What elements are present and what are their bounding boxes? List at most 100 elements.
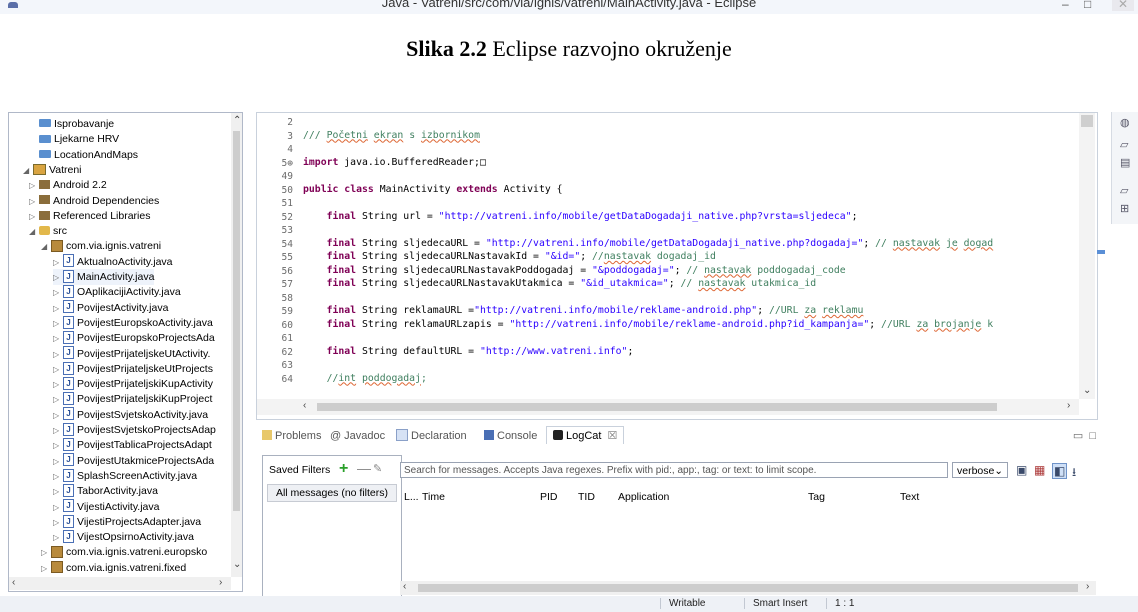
- tree-item[interactable]: ▷ J MainActivity.java: [53, 269, 155, 285]
- restore-icon[interactable]: ▱: [1120, 184, 1128, 197]
- column-header[interactable]: Tag: [808, 491, 825, 503]
- tree-item[interactable]: ◢ Vatreni: [23, 162, 82, 178]
- task-list-icon[interactable]: ▱: [1120, 138, 1128, 151]
- tree-item[interactable]: ◢ com.via.ignis.vatreni: [41, 238, 161, 254]
- scroll-up-icon[interactable]: ⌃: [233, 115, 241, 126]
- scroll-thumb[interactable]: [418, 584, 1078, 592]
- close-tab-icon[interactable]: ☒: [607, 430, 617, 442]
- scroll-lock-icon[interactable]: ⭳: [1072, 463, 1076, 484]
- add-filter-icon[interactable]: +: [339, 460, 348, 478]
- tree-item[interactable]: ▷ com.via.ignis.vatreni.europsko: [41, 544, 207, 560]
- tree-item[interactable]: ▷ J AktualnoActivity.java: [53, 254, 173, 270]
- collapsed-arrow-icon[interactable]: ▷: [41, 561, 51, 577]
- code-line[interactable]: public class MainActivity extends Activi…: [303, 184, 563, 195]
- editor-vertical-scrollbar[interactable]: ⌄: [1079, 113, 1095, 399]
- hierarchy-icon[interactable]: ⊞: [1120, 202, 1129, 215]
- code-line[interactable]: final String sljedecaURLNastavakUtakmica…: [303, 278, 817, 289]
- remove-filter-icon[interactable]: —: [357, 460, 371, 476]
- tab-logcat[interactable]: LogCat ☒: [546, 426, 625, 444]
- code-line[interactable]: final String sljedecaURLNastavakPoddogad…: [303, 265, 846, 276]
- tree-item[interactable]: ▷ J SplashScreenActivity.java: [53, 468, 197, 484]
- code-line[interactable]: /// Početni ekran s izbornikom: [303, 130, 480, 141]
- tree-item[interactable]: ▷ J PovijestTablicaProjectsAdapt: [53, 437, 212, 453]
- scroll-thumb[interactable]: [1081, 115, 1093, 127]
- tree-item[interactable]: ▷ J PovijestActivity.java: [53, 300, 168, 316]
- code-line[interactable]: final String sljedecaURLNastavakId = "&i…: [303, 251, 716, 262]
- tree-item[interactable]: ▷ J PovijestPrijateljskeUtActivity.: [53, 346, 210, 362]
- overview-ruler-marker[interactable]: [1097, 250, 1105, 254]
- code-line[interactable]: final String reklamaURLzapis = "http://v…: [303, 319, 994, 330]
- tree-item[interactable]: Isprobavanje: [29, 116, 114, 132]
- tab-declaration[interactable]: Declaration: [396, 429, 467, 442]
- tree-item[interactable]: ▷ com.via.ignis.vatreni.fixed: [41, 560, 186, 576]
- tree-item[interactable]: ▷ J PovijestPrijateljskiKupProject: [53, 391, 212, 407]
- expanded-arrow-icon[interactable]: ◢: [29, 224, 39, 240]
- tree-item[interactable]: ▷ Android 2.2: [29, 177, 107, 193]
- code-line[interactable]: import java.io.BufferedReader;□: [303, 157, 486, 168]
- pkg-icon: [51, 239, 63, 252]
- tree-item[interactable]: ▷ J OAplikacijiActivity.java: [53, 284, 181, 300]
- save-icon[interactable]: ▣: [1016, 463, 1027, 477]
- column-header[interactable]: TID: [578, 491, 595, 503]
- scroll-right-icon[interactable]: ›: [1067, 400, 1070, 411]
- toggle-filters-icon[interactable]: ◧: [1052, 463, 1068, 479]
- scroll-left-icon[interactable]: ‹: [303, 400, 306, 411]
- column-header[interactable]: PID: [540, 491, 558, 503]
- column-header[interactable]: Time: [422, 491, 445, 503]
- scroll-down-icon[interactable]: ⌄: [1083, 385, 1091, 396]
- tree-item[interactable]: ▷ J PovijestSvjetskoActivity.java: [53, 407, 208, 423]
- scroll-right-icon[interactable]: ›: [1086, 581, 1089, 592]
- maximize-view-icon[interactable]: □: [1089, 430, 1096, 442]
- scroll-thumb[interactable]: [233, 131, 240, 511]
- tree-item[interactable]: ▷ J VijestiProjectsAdapter.java: [53, 514, 201, 530]
- tree-item[interactable]: ▷ J VijestiActivity.java: [53, 499, 159, 515]
- code-line[interactable]: final String defaultURL = "http://www.va…: [303, 346, 634, 357]
- scroll-thumb[interactable]: [317, 403, 997, 411]
- tree-item[interactable]: ▷ J PovijestEuropskoProjectsAda: [53, 330, 215, 346]
- code-line[interactable]: final String sljedecaURL = "http://vatre…: [303, 237, 994, 249]
- logcat-horizontal-scrollbar[interactable]: ‹ ›: [400, 581, 1096, 595]
- minimize-view-icon[interactable]: ▭: [1073, 430, 1083, 442]
- scroll-left-icon[interactable]: ‹: [403, 581, 406, 592]
- scroll-right-icon[interactable]: ›: [219, 577, 222, 588]
- tree-item[interactable]: ▷ J PovijestPrijateljskiKupActivity: [53, 376, 213, 392]
- tree-item[interactable]: LocationAndMaps: [29, 147, 138, 163]
- tree-item[interactable]: ▷ J PovijestUtakmiceProjectsAda: [53, 453, 214, 469]
- tree-vertical-scrollbar[interactable]: ⌃ ⌄: [231, 113, 242, 577]
- clear-log-icon[interactable]: ▦: [1034, 463, 1045, 477]
- column-header[interactable]: L...: [404, 491, 419, 503]
- code-line[interactable]: final String reklamaURL ="http://vatreni…: [303, 305, 864, 316]
- minimize-button[interactable]: –: [1062, 0, 1069, 11]
- logcat-search-input[interactable]: Search for messages. Accepts Java regexe…: [400, 462, 948, 478]
- tree-item[interactable]: ▷ J PovijestPrijateljskeUtProjects: [53, 361, 213, 377]
- tree-item[interactable]: ▷ J PovijestEuropskoActivity.java: [53, 315, 213, 331]
- scroll-down-icon[interactable]: ⌄: [233, 559, 241, 570]
- tab-console[interactable]: Console: [484, 430, 537, 442]
- tree-item[interactable]: ◢ src: [29, 223, 67, 239]
- tree-item[interactable]: ▷ J PovijestSvjetskoProjectsAdap: [53, 422, 216, 438]
- tree-item[interactable]: ▷ Referenced Libraries: [29, 208, 150, 224]
- expanded-arrow-icon[interactable]: ◢: [41, 239, 51, 255]
- log-level-select[interactable]: verbose ⌄: [952, 462, 1008, 478]
- scroll-left-icon[interactable]: ‹: [12, 577, 15, 588]
- tree-horizontal-scrollbar[interactable]: ‹ ›: [9, 577, 231, 590]
- tab-javadoc[interactable]: @ Javadoc: [330, 430, 385, 442]
- outline-icon[interactable]: ◍: [1120, 116, 1130, 129]
- tree-item[interactable]: ▷ Android Dependencies: [29, 193, 159, 209]
- close-button[interactable]: ✕: [1112, 0, 1135, 11]
- column-header[interactable]: Application: [618, 491, 669, 503]
- tree-item[interactable]: ▷ J VijestOpsirnoActivity.java: [53, 529, 194, 545]
- column-header[interactable]: Text: [900, 491, 919, 503]
- maximize-button[interactable]: □: [1084, 0, 1091, 11]
- tree-item[interactable]: ▷ J TaborActivity.java: [53, 483, 158, 499]
- document-icon[interactable]: ▤: [1120, 156, 1130, 169]
- code-editor[interactable]: 2 3 4 5⊕ 49 50 51 52 53 54 55 56 57 58 59 60 61 62 63 64 //…: [256, 112, 1098, 420]
- filter-all-messages[interactable]: All messages (no filters): [267, 484, 397, 502]
- tab-problems[interactable]: Problems: [262, 430, 321, 442]
- tree-item[interactable]: Ljekarne HRV: [29, 131, 119, 147]
- editor-horizontal-scrollbar[interactable]: ‹ ›: [257, 399, 1079, 415]
- code-line[interactable]: //int poddogadaj;: [303, 373, 427, 384]
- code-line[interactable]: final String url = "http://vatreni.info/…: [303, 211, 858, 222]
- edit-filter-icon[interactable]: ✎: [373, 462, 382, 475]
- code-token: final: [326, 237, 357, 249]
